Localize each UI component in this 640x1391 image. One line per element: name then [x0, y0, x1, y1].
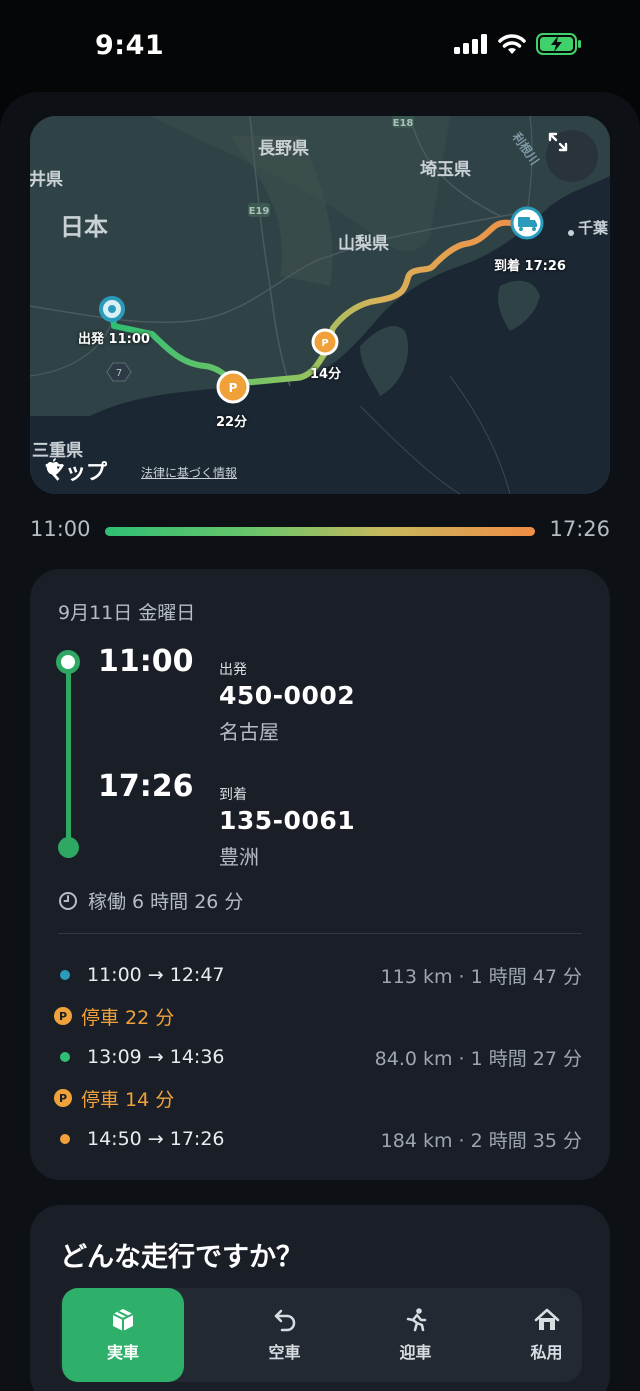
start-pin-label: 出発 11:00: [78, 332, 150, 347]
expand-map-button[interactable]: [546, 130, 598, 182]
parking-icon: P: [54, 1089, 72, 1107]
trip-timeline-line: [66, 669, 71, 849]
parking-duration: 停車 14 分: [81, 1088, 175, 1111]
svg-text:P: P: [321, 338, 328, 349]
trip-type-label: 空車: [268, 1343, 301, 1362]
svg-text:P: P: [229, 381, 238, 395]
segment-row-drive-1: 11:00 → 12:47 113 km · 1 時間 47 分: [58, 960, 582, 990]
arrival-time: 17:26: [98, 769, 194, 804]
segment-stats: 184 km · 2 時間 35 分: [380, 1129, 582, 1152]
segment-row-park-1: P 停車 22 分: [54, 1001, 582, 1031]
battery-charging-icon: [536, 33, 581, 55]
operating-duration-text: 稼働 6 時間 26 分: [88, 891, 244, 913]
svg-text:E19: E19: [249, 206, 270, 217]
segment-row-drive-2: 13:09 → 14:36 84.0 km · 1 時間 27 分: [58, 1042, 582, 1072]
legal-info-link[interactable]: 法律に基づく情報: [141, 464, 237, 481]
arrival-label: 到着: [219, 787, 247, 803]
trip-type-selector: 実車 空車 迎車 私用: [60, 1288, 582, 1382]
arrival-place: 豊洲: [219, 845, 259, 869]
status-icons: [454, 33, 582, 55]
trip-type-label: 実車: [106, 1343, 139, 1362]
trip-type-option-loaded[interactable]: 実車: [62, 1288, 184, 1382]
map-label-saitama: 埼玉県: [420, 160, 471, 180]
trip-type-title: どんな走行ですか？: [60, 1242, 303, 1273]
segment-color-dot: [60, 970, 70, 980]
status-bar: 9:41: [0, 0, 640, 90]
trip-type-option-empty[interactable]: 空車: [222, 1288, 347, 1382]
map-label-yamanashi: 山梨県: [338, 234, 389, 254]
trip-date: 9月11日 金曜日: [58, 602, 196, 624]
trip-type-label: 私用: [530, 1343, 563, 1362]
clock-icon: [59, 891, 77, 910]
map-label-chiba: 千葉: [578, 219, 609, 237]
departure-dot: [56, 650, 80, 674]
svg-text:E18: E18: [393, 118, 414, 129]
arrival-postal-code: 135-0061: [219, 806, 356, 835]
segment-times: 14:50 → 17:26: [87, 1128, 225, 1150]
running-person-icon: [406, 1308, 426, 1332]
parking-icon: P: [54, 1007, 72, 1025]
segment-stats: 84.0 km · 1 時間 27 分: [374, 1047, 582, 1070]
segment-stats: 113 km · 1 時間 47 分: [380, 965, 582, 988]
departure-place: 名古屋: [219, 720, 279, 744]
trip-type-option-private[interactable]: 私用: [484, 1288, 609, 1382]
segment-color-dot: [60, 1134, 70, 1144]
parking-duration: 停車 22 分: [81, 1006, 175, 1029]
map-label-fukui: 福井県: [30, 170, 63, 190]
trip-type-label: 迎車: [399, 1343, 432, 1362]
timeline-start-time: 11:00: [30, 517, 91, 541]
trip-type-card: どんな走行ですか？ 実車 空車 迎車 私用: [30, 1205, 610, 1391]
return-arrow-icon: [274, 1309, 295, 1332]
map-canvas: E18 E19 7 P P: [30, 116, 610, 494]
cellular-signal-icon: [454, 34, 487, 54]
route-map[interactable]: E18 E19 7 P P 長野県 福井県 埼玉県 日本 山梨県 三重県 千葉 …: [30, 116, 610, 494]
trip-summary-card: 9月11日 金曜日 11:00 出発 450-0002 名古屋 17:26 到着…: [30, 569, 610, 1180]
trip-type-option-pickup[interactable]: 迎車: [353, 1288, 478, 1382]
expand-icon: [548, 132, 568, 152]
timeline-end-time: 17:26: [549, 517, 610, 541]
segment-row-park-2: P 停車 14 分: [54, 1083, 582, 1113]
wifi-icon: [498, 34, 526, 54]
park1-pin-label: 22分: [216, 415, 248, 430]
timeline-gradient-bar: [105, 527, 535, 536]
park2-pin-label: 14分: [310, 367, 342, 382]
apple-logo-icon: [46, 458, 59, 474]
operating-duration: 稼働 6 時間 26 分: [58, 887, 243, 914]
home-icon: [534, 1308, 559, 1330]
segment-color-dot: [60, 1052, 70, 1062]
departure-postal-code: 450-0002: [219, 681, 356, 710]
divider: [58, 933, 582, 934]
map-label-nagano: 長野県: [258, 139, 309, 159]
svg-text:7: 7: [116, 368, 122, 379]
departure-time: 11:00: [98, 644, 194, 679]
maps-provider-logo: マップ: [44, 456, 107, 486]
departure-label: 出発: [219, 662, 247, 678]
status-time: 9:41: [95, 30, 165, 61]
map-label-japan: 日本: [60, 213, 108, 241]
end-pin-label: 到着 17:26: [494, 259, 566, 274]
segment-times: 13:09 → 14:36: [87, 1046, 225, 1068]
segment-times: 11:00 → 12:47: [87, 964, 225, 986]
arrival-dot: [58, 837, 79, 858]
box-icon: [112, 1309, 134, 1331]
segment-row-drive-3: 14:50 → 17:26 184 km · 2 時間 35 分: [58, 1124, 582, 1154]
